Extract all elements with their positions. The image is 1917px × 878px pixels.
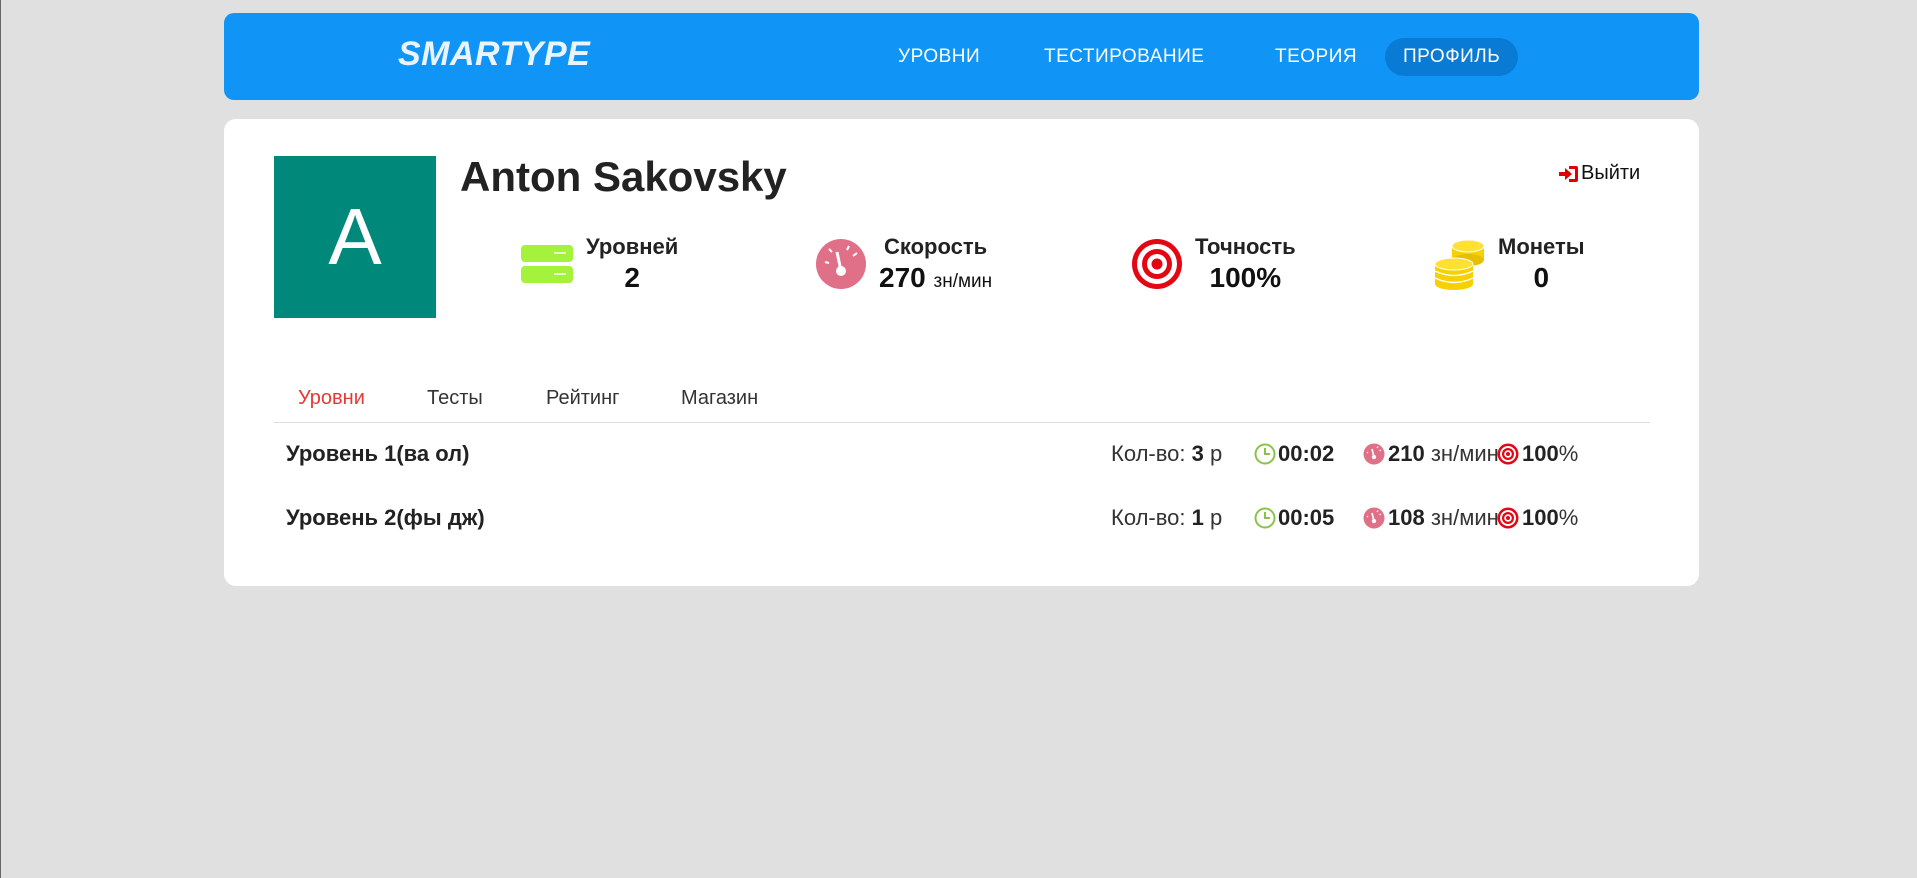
count-label: Кол-во: [1111,441,1186,466]
profile-card: A Anton Sakovsky Выйти Уровней 2 Скорост… [224,119,1699,586]
target-icon [1131,238,1183,290]
profile-tabs: Уровни Тесты Рейтинг Магазин [274,377,1650,423]
speedometer-icon [1363,443,1385,465]
level-count: Кол-во: 1 р [1111,505,1222,531]
tab-rating[interactable]: Рейтинг [546,387,619,410]
speedometer-icon [1363,507,1385,529]
speed-value: 210 [1388,441,1425,466]
speed-value: 108 [1388,505,1425,530]
count-label: Кол-во: [1111,505,1186,530]
avatar: A [274,156,436,318]
stat-speed-value: 270 [879,262,926,293]
level-accuracy: 100% [1497,441,1578,467]
stat-speed: Скорость 270 зн/мин [815,234,992,294]
level-row[interactable]: Уровень 2(фы дж) Кол-во: 1 р 00:05 108 з… [274,497,1650,537]
stat-accuracy-label: Точность [1195,234,1296,259]
nav-theory[interactable]: ТЕОРИЯ [1257,38,1375,76]
nav-testing[interactable]: ТЕСТИРОВАНИЕ [1026,38,1222,76]
level-time: 00:02 [1254,441,1334,467]
level-title: Уровень 1(ва ол) [286,441,470,466]
level-title: Уровень 2(фы дж) [286,505,485,530]
level-count: Кол-во: 3 р [1111,441,1222,467]
coins-icon [1434,236,1486,292]
stat-coins-value: 0 [1533,262,1550,293]
stat-levels-label: Уровней [586,234,679,259]
clock-icon [1254,443,1276,465]
stat-accuracy: Точность 100% [1131,234,1296,294]
time-value: 00:05 [1278,505,1335,530]
count-unit: р [1210,505,1223,530]
stat-accuracy-value: 100% [1209,262,1282,293]
speed-unit: зн/мин [1430,505,1499,530]
target-icon [1497,507,1519,529]
accuracy-value: 100 [1522,441,1559,466]
time-value: 00:02 [1278,441,1335,466]
logo[interactable]: SMARTYPE [398,35,590,74]
speedometer-icon [815,238,867,290]
stat-speed-label: Скорость [883,234,988,259]
levels-icon [520,241,574,287]
accuracy-value: 100 [1522,505,1559,530]
logout-icon [1557,164,1579,184]
user-name: Anton Sakovsky [460,153,787,200]
tab-levels[interactable]: Уровни [298,387,365,410]
stat-coins: Монеты 0 [1434,234,1585,294]
accuracy-unit: % [1558,505,1579,530]
level-speed: 108 зн/мин [1363,505,1499,531]
level-speed: 210 зн/мин [1363,441,1499,467]
top-navbar: SMARTYPE УРОВНИ ТЕСТИРОВАНИЕ ТЕОРИЯ ПРОФ… [224,13,1699,100]
stat-speed-unit: зн/мин [933,271,993,292]
nav-profile[interactable]: ПРОФИЛЬ [1385,38,1519,76]
logout-label: Выйти [1581,162,1641,184]
level-accuracy: 100% [1497,505,1578,531]
target-icon [1497,443,1519,465]
stat-levels: Уровней 2 [520,234,678,294]
nav-levels[interactable]: УРОВНИ [880,38,998,76]
stat-levels-value: 2 [624,262,640,293]
accuracy-unit: % [1558,441,1579,466]
tab-tests[interactable]: Тесты [427,387,483,410]
count-value: 3 [1191,441,1204,466]
speed-unit: зн/мин [1430,441,1499,466]
tab-shop[interactable]: Магазин [681,387,758,410]
logout-button[interactable]: Выйти [1557,162,1640,185]
count-unit: р [1210,441,1223,466]
level-row[interactable]: Уровень 1(ва ол) Кол-во: 3 р 00:02 210 з… [274,433,1650,473]
level-time: 00:05 [1254,505,1334,531]
clock-icon [1254,507,1276,529]
stat-coins-label: Монеты [1498,234,1585,259]
count-value: 1 [1191,505,1204,530]
